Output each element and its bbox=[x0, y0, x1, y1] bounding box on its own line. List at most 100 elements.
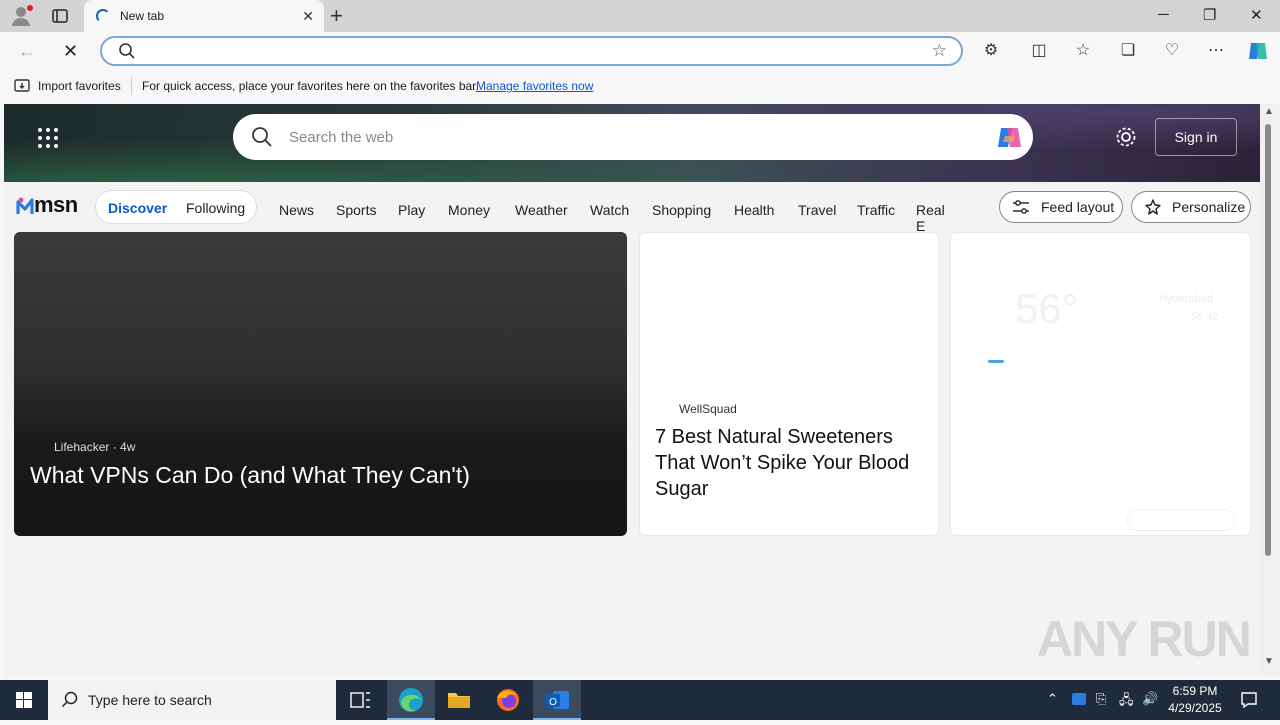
search-icon bbox=[251, 126, 273, 153]
loading-bar bbox=[988, 360, 1004, 363]
split-screen-icon[interactable]: ◫ bbox=[1029, 40, 1049, 60]
settings-gear-icon[interactable] bbox=[1115, 126, 1137, 153]
favorites-icon[interactable]: ☆ bbox=[1073, 40, 1093, 60]
divider bbox=[131, 77, 132, 95]
copilot-icon[interactable] bbox=[995, 122, 1025, 152]
taskbar-clock[interactable]: 6:59 PM 4/29/2025 bbox=[1162, 683, 1228, 717]
clock-time: 6:59 PM bbox=[1172, 684, 1218, 698]
loading-icon bbox=[96, 9, 110, 23]
featured-article-card[interactable]: Lifehacker · 4w What VPNs Can Do (and Wh… bbox=[14, 232, 627, 536]
article-source: WellSquad bbox=[679, 402, 737, 416]
web-search-box[interactable]: Search the web bbox=[233, 114, 1033, 160]
msn-logo-text: msn bbox=[34, 192, 78, 217]
favorites-bar-message: For quick access, place your favorites h… bbox=[142, 79, 479, 93]
article-card[interactable]: WellSquad 7 Best Natural Sweeteners That… bbox=[639, 232, 939, 536]
personalize-button[interactable]: Personalize bbox=[1131, 191, 1251, 223]
hero-banner: Search the web Sign in bbox=[4, 104, 1260, 182]
weather-hi-lo: 56 42 bbox=[1191, 311, 1219, 323]
windows-taskbar: Type here to search O ⌃ ⎘ 🖧 🔊 6:59 PM 4/… bbox=[0, 680, 1280, 720]
show-hidden-icons[interactable]: ⌃ bbox=[1047, 691, 1058, 707]
favorites-bar: Import favorites For quick access, place… bbox=[0, 70, 1280, 102]
app-launcher-icon[interactable] bbox=[38, 128, 58, 148]
browser-essentials-icon[interactable]: ♡ bbox=[1162, 40, 1182, 60]
outlook-icon[interactable]: O bbox=[533, 680, 581, 720]
nav-money[interactable]: Money bbox=[448, 202, 490, 218]
tab-following[interactable]: Following bbox=[186, 200, 245, 216]
weather-card[interactable]: 56° Hyderabad 56 42 bbox=[950, 232, 1251, 536]
feed-tabs: Discover Following bbox=[95, 190, 257, 224]
anyrun-watermark: ANY RUN bbox=[1037, 611, 1252, 667]
collections-icon[interactable]: ❏ bbox=[1118, 40, 1138, 60]
article-source: Lifehacker · 4w bbox=[54, 440, 136, 454]
nav-play[interactable]: Play bbox=[398, 202, 425, 218]
tab-actions-icon[interactable] bbox=[50, 6, 70, 26]
task-view-icon[interactable] bbox=[336, 680, 384, 720]
weather-temperature: 56° bbox=[1015, 285, 1079, 332]
tab-discover[interactable]: Discover bbox=[108, 200, 167, 216]
msn-page: Search the web Sign in msn Discover Foll… bbox=[4, 104, 1260, 676]
meet-now-icon[interactable]: ⎘ bbox=[1096, 691, 1106, 707]
stop-button[interactable]: ✕ bbox=[63, 41, 78, 62]
start-button[interactable] bbox=[0, 680, 48, 720]
restore-button[interactable]: ❐ bbox=[1203, 6, 1216, 24]
windows-logo-icon bbox=[16, 692, 32, 708]
import-favorites-button[interactable]: Import favorites bbox=[38, 79, 121, 93]
close-window-button[interactable]: ✕ bbox=[1250, 6, 1263, 24]
page-scrollbar[interactable]: ▲ ▼ bbox=[1260, 104, 1280, 676]
nav-shopping[interactable]: Shopping bbox=[652, 202, 711, 218]
file-explorer-icon[interactable] bbox=[435, 680, 483, 720]
nav-real-estate[interactable]: Real E bbox=[916, 202, 950, 232]
address-bar[interactable]: ☆ bbox=[100, 36, 963, 66]
personalize-label: Personalize bbox=[1172, 199, 1246, 215]
taskbar-search[interactable]: Type here to search bbox=[48, 680, 336, 720]
nav-travel[interactable]: Travel bbox=[798, 202, 836, 218]
scroll-down-icon[interactable]: ▼ bbox=[1264, 656, 1274, 667]
edge-taskbar-icon[interactable] bbox=[387, 680, 435, 720]
feed-layout-label: Feed layout bbox=[1041, 199, 1115, 215]
title-bar: New tab ✕ + ─ ❐ ✕ bbox=[0, 0, 1280, 32]
copilot-icon[interactable] bbox=[1246, 39, 1267, 59]
feed-layout-button[interactable]: Feed layout bbox=[999, 191, 1123, 223]
import-icon[interactable] bbox=[14, 78, 32, 97]
scroll-up-icon[interactable]: ▲ bbox=[1264, 106, 1274, 117]
nav-health[interactable]: Health bbox=[734, 202, 774, 218]
close-tab-icon[interactable]: ✕ bbox=[302, 8, 314, 25]
tab-new-tab[interactable]: New tab ✕ bbox=[84, 0, 324, 32]
star-sparkle-icon bbox=[1145, 199, 1161, 215]
scrollbar-thumb[interactable] bbox=[1265, 124, 1271, 556]
nav-weather[interactable]: Weather bbox=[515, 202, 568, 218]
firefox-icon[interactable] bbox=[484, 680, 532, 720]
volume-icon[interactable]: 🔊 bbox=[1142, 691, 1158, 707]
sliders-icon bbox=[1013, 200, 1029, 214]
search-placeholder: Search the web bbox=[289, 129, 394, 146]
weather-placeholder-button bbox=[1127, 509, 1235, 531]
browser-toolbar: ← ✕ ☆ ⚙ ◫ ☆ ❏ ♡ ⋯ bbox=[0, 32, 1280, 70]
nav-watch[interactable]: Watch bbox=[590, 202, 629, 218]
profile-icon[interactable] bbox=[10, 5, 34, 27]
outlook-tray-icon[interactable] bbox=[1071, 691, 1087, 710]
minimize-button[interactable]: ─ bbox=[1158, 6, 1169, 23]
more-options-icon[interactable]: ⋯ bbox=[1206, 40, 1226, 60]
manage-favorites-link[interactable]: Manage favorites now bbox=[476, 79, 593, 93]
extensions-icon[interactable]: ⚙ bbox=[981, 40, 1001, 60]
clock-date: 4/29/2025 bbox=[1168, 701, 1222, 715]
sign-in-button[interactable]: Sign in bbox=[1155, 118, 1237, 156]
svg-text:O: O bbox=[549, 697, 557, 708]
nav-traffic[interactable]: Traffic bbox=[857, 202, 895, 218]
search-icon bbox=[61, 691, 78, 708]
back-button[interactable]: ← bbox=[18, 41, 36, 62]
article-title[interactable]: 7 Best Natural Sweeteners That Won’t Spi… bbox=[655, 424, 930, 502]
taskbar-search-placeholder: Type here to search bbox=[88, 692, 212, 708]
nav-news[interactable]: News bbox=[279, 202, 314, 218]
category-nav: News Sports Play Money Weather Watch Sho… bbox=[274, 182, 950, 232]
notifications-icon[interactable] bbox=[1240, 691, 1258, 712]
new-tab-button[interactable]: + bbox=[330, 3, 343, 29]
tab-title: New tab bbox=[120, 9, 165, 23]
search-icon bbox=[118, 42, 136, 65]
weather-location: Hyderabad bbox=[1159, 293, 1213, 305]
network-icon[interactable]: 🖧 bbox=[1119, 691, 1134, 713]
favorite-star-icon[interactable]: ☆ bbox=[932, 41, 947, 61]
article-title[interactable]: What VPNs Can Do (and What They Can't) bbox=[30, 462, 470, 489]
nav-sports[interactable]: Sports bbox=[336, 202, 376, 218]
msn-nav-row: msn Discover Following News Sports Play … bbox=[4, 182, 1260, 232]
